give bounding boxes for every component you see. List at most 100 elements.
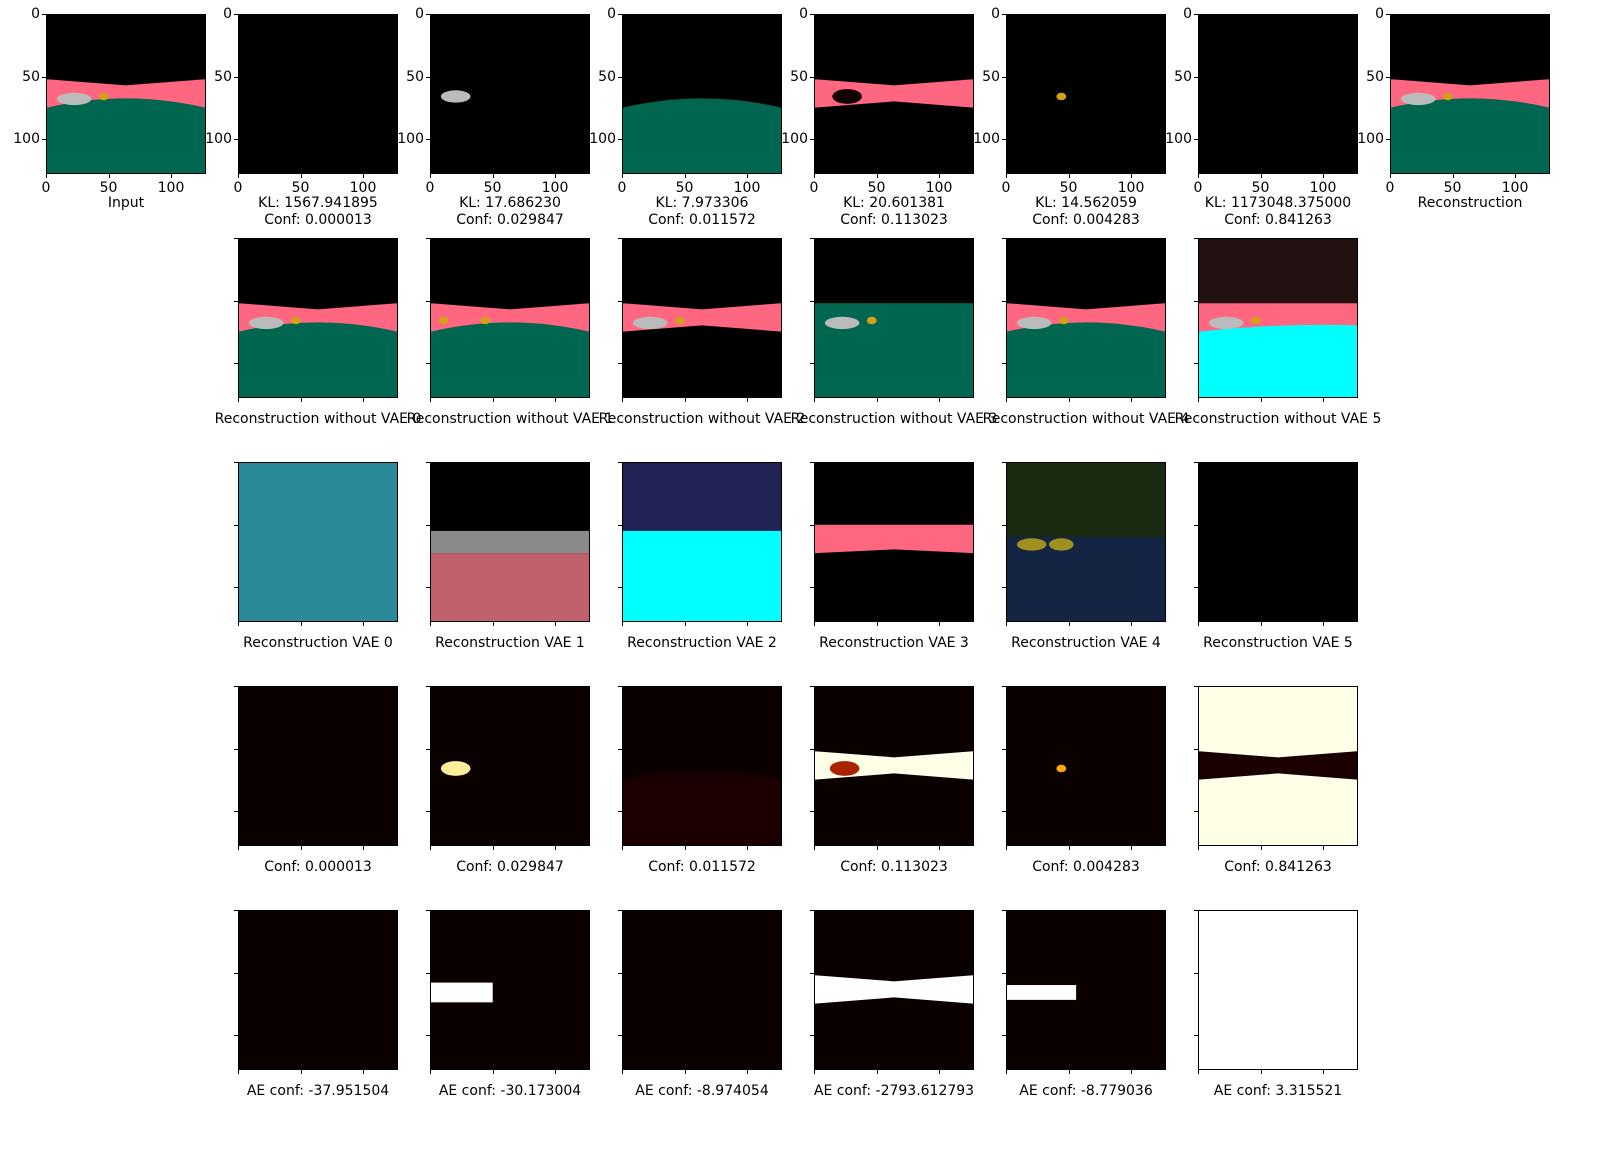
x-tick (684, 1070, 686, 1074)
y-tick (1002, 363, 1006, 364)
y-tick (1002, 462, 1006, 463)
y-tick (426, 748, 430, 750)
y-tick-label: 50 (1366, 68, 1384, 85)
x-tick (1131, 622, 1132, 626)
x-tick (814, 398, 815, 402)
y-tick-label: 0 (607, 6, 616, 22)
panel-row1-5 (1198, 238, 1358, 398)
panel-row2-4 (1006, 462, 1166, 622)
x-tick (939, 622, 940, 626)
y-tick (426, 910, 430, 911)
y-tick (1002, 587, 1006, 588)
x-tick (1006, 846, 1007, 850)
x-tick (1390, 174, 1391, 178)
y-tick (426, 686, 430, 687)
y-tick (618, 1035, 622, 1036)
y-tick (426, 300, 430, 302)
y-tick (1002, 686, 1006, 687)
y-tick-label: 50 (214, 68, 232, 85)
x-tick-label: 100 (733, 180, 761, 196)
y-tick (618, 14, 622, 15)
x-tick-label: 0 (233, 180, 243, 196)
x-tick (684, 174, 686, 178)
panel-row4-2 (622, 910, 782, 1070)
y-tick-label: 0 (415, 6, 424, 22)
panel-row1-0 (238, 238, 398, 398)
panel-caption: AE conf: 3.315521 (1213, 1083, 1343, 1099)
y-tick (426, 1035, 430, 1036)
x-tick (363, 174, 364, 178)
y-tick (618, 363, 622, 364)
y-tick (618, 811, 622, 812)
y-tick (618, 587, 622, 588)
x-tick (622, 174, 623, 178)
y-tick (618, 686, 622, 687)
x-tick (555, 622, 556, 626)
y-tick (810, 76, 814, 78)
y-tick (426, 972, 430, 974)
y-tick (426, 76, 430, 78)
x-tick (430, 174, 431, 178)
y-tick-label: 0 (31, 6, 40, 22)
x-tick (430, 846, 431, 850)
x-tick (1068, 622, 1070, 626)
x-tick (1198, 398, 1199, 402)
x-tick-label: 100 (541, 180, 569, 196)
y-tick (1002, 300, 1006, 302)
y-tick-label: 50 (790, 68, 808, 85)
x-tick (1323, 174, 1324, 178)
panel-row2-1 (430, 462, 590, 622)
x-tick (238, 398, 239, 402)
x-tick (1323, 1070, 1324, 1074)
x-tick (876, 846, 878, 850)
y-tick (426, 363, 430, 364)
x-tick (876, 174, 878, 178)
x-tick (492, 846, 494, 850)
panel-row3-1 (430, 686, 590, 846)
y-tick (234, 76, 238, 78)
y-tick (618, 76, 622, 78)
x-tick (1198, 1070, 1199, 1074)
x-tick (492, 1070, 494, 1074)
x-tick-label: 0 (1001, 180, 1011, 196)
panel-row2-3 (814, 462, 974, 622)
y-tick-label: 0 (223, 6, 232, 22)
x-tick (1260, 398, 1262, 402)
y-tick (426, 139, 430, 140)
x-tick (876, 1070, 878, 1074)
x-tick (1068, 398, 1070, 402)
panel-row0-7 (1390, 14, 1550, 174)
y-tick (1194, 811, 1198, 812)
y-tick (1194, 14, 1198, 15)
x-tick (238, 174, 239, 178)
y-tick (234, 139, 238, 140)
y-tick (234, 300, 238, 302)
panel-row2-5 (1198, 462, 1358, 622)
y-tick (810, 686, 814, 687)
y-tick-label: 100 (589, 131, 616, 147)
y-tick (1194, 686, 1198, 687)
y-tick (810, 1035, 814, 1036)
panel-row3-4 (1006, 686, 1166, 846)
x-tick (238, 846, 239, 850)
y-tick (1194, 300, 1198, 302)
y-tick-label: 0 (1375, 6, 1384, 22)
x-tick (555, 398, 556, 402)
x-tick (939, 174, 940, 178)
y-tick (234, 587, 238, 588)
panel-row4-3 (814, 910, 974, 1070)
y-tick (1194, 1035, 1198, 1036)
x-tick (684, 622, 686, 626)
x-tick (939, 846, 940, 850)
y-tick (1386, 14, 1390, 15)
y-tick (1194, 748, 1198, 750)
y-tick-label: 100 (973, 131, 1000, 147)
y-tick (810, 363, 814, 364)
x-tick (492, 174, 494, 178)
x-tick-label: 50 (1059, 180, 1078, 196)
x-tick-label: 0 (1385, 180, 1395, 196)
y-tick-label: 100 (1357, 131, 1384, 147)
y-tick (810, 139, 814, 140)
y-tick (1194, 139, 1198, 140)
y-tick (618, 748, 622, 750)
